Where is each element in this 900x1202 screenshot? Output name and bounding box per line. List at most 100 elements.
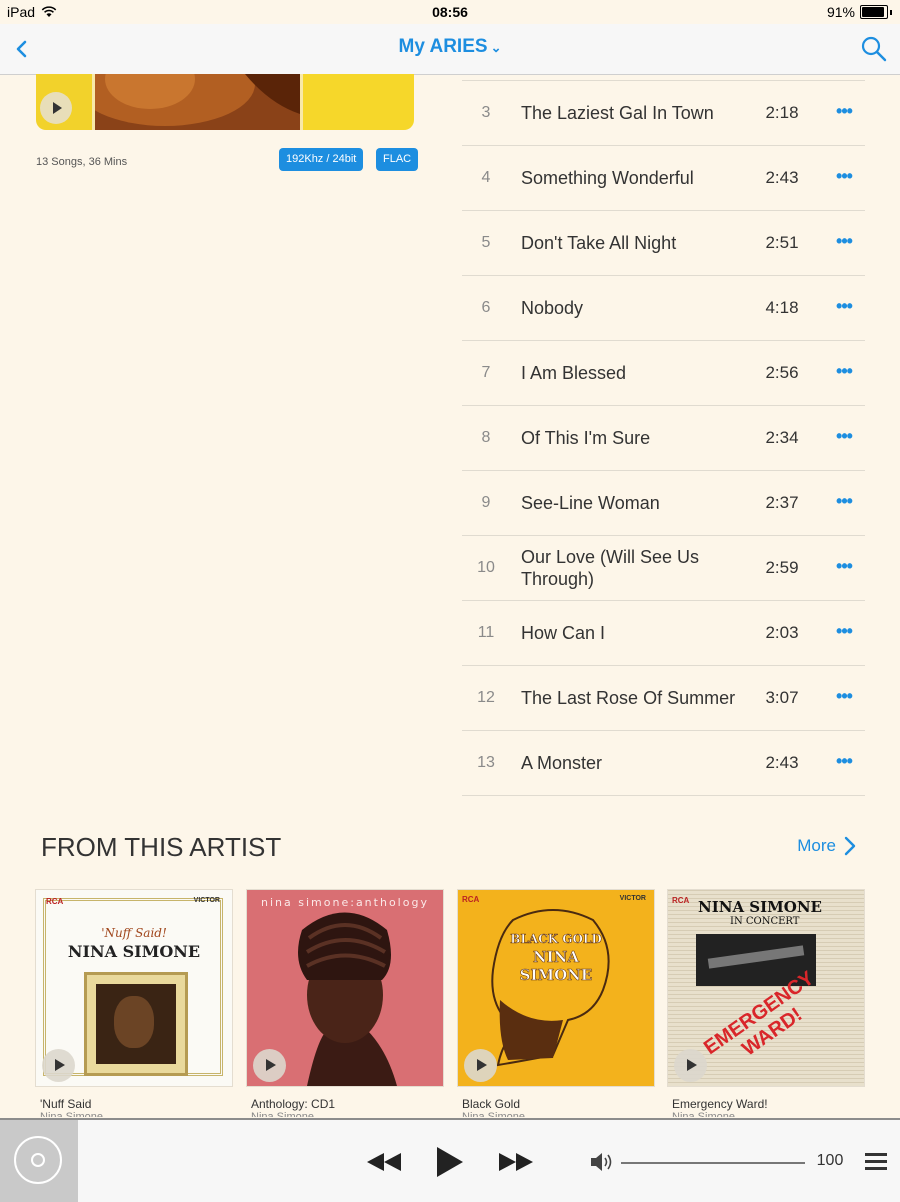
track-title: Something Wonderful xyxy=(521,168,694,188)
album-tile-nuff-said[interactable]: RCA VICTOR 'Nuff Said! NINA SIMONE 'Nuff… xyxy=(35,889,233,1117)
track-row[interactable]: 7 I Am Blessed 2:56 ••• xyxy=(462,341,865,406)
more-options-icon[interactable]: ••• xyxy=(828,666,860,730)
track-row[interactable]: 6 Nobody 4:18 ••• xyxy=(462,276,865,341)
track-duration: 2:51 xyxy=(765,233,799,252)
track-number: 5 xyxy=(481,234,491,251)
track-duration: 2:56 xyxy=(765,363,799,382)
volume-value: 100 xyxy=(816,1152,844,1169)
more-options-icon[interactable]: ••• xyxy=(828,406,860,470)
album-tile-emergency-ward[interactable]: RCA NINA SIMONE IN CONCERT EMERGENCY WAR… xyxy=(667,889,865,1117)
volume-icon xyxy=(591,1153,612,1171)
more-options-icon[interactable]: ••• xyxy=(828,471,860,535)
track-row[interactable]: 10 Our Love (Will See Us Through) 2:59 ••• xyxy=(462,536,865,601)
track-duration: 2:37 xyxy=(765,493,799,512)
player-bar: 100 xyxy=(0,1118,900,1202)
fast-forward-icon[interactable] xyxy=(498,1151,534,1173)
album-art[interactable]: RCA NINA SIMONE IN CONCERT EMERGENCY WAR… xyxy=(667,889,865,1087)
track-duration: 2:43 xyxy=(765,753,799,772)
chevron-down-icon: ⌄ xyxy=(490,40,502,55)
track-title: See-Line Woman xyxy=(521,493,660,513)
album-artist: Nina Simone xyxy=(462,1111,525,1117)
track-row[interactable]: 11 How Can I 2:03 ••• xyxy=(462,601,865,666)
status-right: 91% xyxy=(827,4,892,20)
track-duration: 2:34 xyxy=(765,428,799,447)
album-cover xyxy=(36,74,414,130)
format-badge: FLAC xyxy=(376,148,419,171)
track-duration: 3:07 xyxy=(765,688,799,707)
more-options-icon[interactable]: ••• xyxy=(828,731,860,795)
track-row[interactable]: 5 Don't Take All Night 2:51 ••• xyxy=(462,211,865,276)
album-art[interactable]: RCA VICTOR 'Nuff Said! NINA SIMONE xyxy=(35,889,233,1087)
track-number: 11 xyxy=(477,624,495,641)
album-tile-anthology[interactable]: nina simone:anthology Anthology: CD1 Nin… xyxy=(246,889,444,1117)
album-art[interactable]: RCA VICTOR BLACK GOLD NINA SIMONE xyxy=(457,889,655,1087)
section-title: FROM THIS ARTIST xyxy=(41,832,282,862)
more-options-icon[interactable]: ••• xyxy=(828,341,860,405)
track-number: 13 xyxy=(477,754,495,771)
track-duration: 2:18 xyxy=(765,103,799,122)
track-title: Nobody xyxy=(521,298,584,318)
track-title: The Last Rose Of Summer xyxy=(521,688,736,708)
track-title: The Laziest Gal In Town xyxy=(521,103,714,123)
rewind-icon[interactable] xyxy=(366,1151,402,1173)
track-number: 12 xyxy=(477,689,495,706)
track-row[interactable]: 9 See-Line Woman 2:37 ••• xyxy=(462,471,865,536)
play-icon[interactable] xyxy=(253,1049,286,1082)
search-icon[interactable] xyxy=(860,35,888,63)
disc-icon xyxy=(14,1136,62,1184)
battery-tip xyxy=(890,9,892,15)
track-title: I Am Blessed xyxy=(521,363,627,383)
nav-bar: My ARIES ⌄ xyxy=(0,24,900,75)
more-options-icon[interactable]: ••• xyxy=(828,146,860,210)
track-number: 3 xyxy=(481,104,491,121)
quality-badge: 192Khz / 24bit xyxy=(279,148,364,171)
album-name: Black Gold xyxy=(462,1097,521,1111)
nav-title[interactable]: My ARIES ⌄ xyxy=(0,36,900,58)
track-row[interactable]: 13 A Monster 2:43 ••• xyxy=(462,731,865,796)
track-duration: 2:43 xyxy=(765,168,799,187)
track-number: 4 xyxy=(481,169,491,186)
track-row[interactable]: 12 The Last Rose Of Summer 3:07 ••• xyxy=(462,666,865,731)
album-artist: Nina Simone xyxy=(672,1111,735,1117)
status-time: 08:56 xyxy=(432,4,468,20)
track-title: A Monster xyxy=(521,753,603,773)
album-artist: Nina Simone xyxy=(251,1111,314,1117)
volume-slider[interactable] xyxy=(621,1162,805,1164)
track-row[interactable]: 8 Of This I'm Sure 2:34 ••• xyxy=(462,406,865,471)
play-icon[interactable] xyxy=(435,1146,465,1178)
track-number: 9 xyxy=(481,494,491,511)
track-title: Of This I'm Sure xyxy=(521,428,651,448)
more-options-icon[interactable]: ••• xyxy=(828,81,860,145)
cover-segment-left xyxy=(36,74,92,130)
track-duration: 4:18 xyxy=(765,298,799,317)
album-art[interactable]: nina simone:anthology xyxy=(246,889,444,1087)
cover-segment-right xyxy=(303,74,414,130)
track-duration: 2:59 xyxy=(765,558,799,577)
track-row[interactable]: 4 Something Wonderful 2:43 ••• xyxy=(462,146,865,211)
more-options-icon[interactable]: ••• xyxy=(828,211,860,275)
play-icon[interactable] xyxy=(674,1049,707,1082)
album-tile-black-gold[interactable]: RCA VICTOR BLACK GOLD NINA SIMONE Black … xyxy=(457,889,655,1117)
more-options-icon[interactable]: ••• xyxy=(828,276,860,340)
track-title: Don't Take All Night xyxy=(521,233,677,253)
more-options-icon[interactable]: ••• xyxy=(828,601,860,665)
now-playing-thumbnail[interactable] xyxy=(0,1120,78,1202)
album-name: Anthology: CD1 xyxy=(251,1097,336,1111)
track-number: 8 xyxy=(481,429,491,446)
status-bar: iPad 08:56 91% xyxy=(0,0,900,24)
more-options-icon[interactable]: ••• xyxy=(828,536,860,600)
track-title: Our Love (Will See Us Through) xyxy=(521,547,700,589)
play-icon[interactable] xyxy=(464,1049,497,1082)
cover-segment-photo xyxy=(95,74,300,130)
battery-percent: 91% xyxy=(826,4,855,20)
menu-icon[interactable] xyxy=(865,1153,887,1171)
album-artist: Nina Simone xyxy=(40,1111,103,1117)
track-duration: 2:03 xyxy=(765,623,799,642)
play-icon[interactable] xyxy=(42,1049,75,1082)
track-row[interactable]: 3 The Laziest Gal In Town 2:18 ••• xyxy=(462,81,865,146)
nav-title-label: My ARIES xyxy=(398,36,488,57)
play-icon[interactable] xyxy=(40,92,72,124)
album-name: 'Nuff Said xyxy=(40,1097,92,1111)
more-link[interactable]: More xyxy=(797,836,856,856)
track-title: How Can I xyxy=(521,623,606,643)
